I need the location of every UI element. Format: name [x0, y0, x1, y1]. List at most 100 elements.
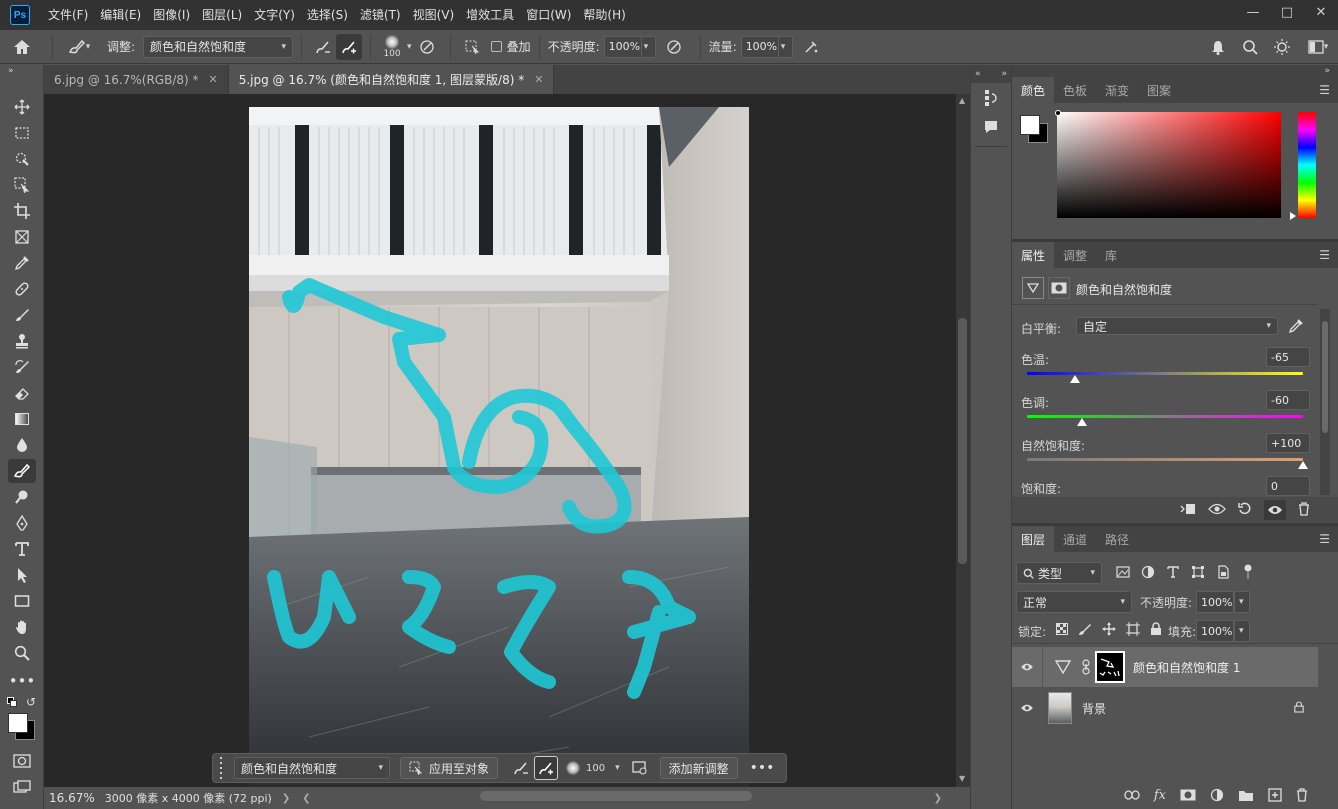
- vibrance-slider-thumb[interactable]: [1298, 461, 1308, 469]
- hand-tool-icon[interactable]: [8, 615, 36, 639]
- brush-settings-icon[interactable]: [412, 39, 442, 55]
- discover-lightbulb-icon[interactable]: [1266, 39, 1298, 55]
- document-image[interactable]: [249, 107, 749, 787]
- layer-opacity-dropdown[interactable]: ▾: [1234, 591, 1250, 613]
- menu-window[interactable]: 窗口(W): [520, 0, 577, 30]
- menu-type[interactable]: 文字(Y): [248, 0, 301, 30]
- link-layers-icon[interactable]: [1124, 790, 1140, 800]
- lock-position-icon[interactable]: [1102, 622, 1116, 636]
- vibrance-slider[interactable]: [1027, 458, 1303, 461]
- flow-dropdown[interactable]: ▾: [778, 35, 793, 58]
- eyedropper-tool-icon[interactable]: [8, 251, 36, 275]
- filter-smart-object-icon[interactable]: [1216, 565, 1230, 579]
- collapse-chevrons-icon[interactable]: »: [8, 66, 14, 76]
- overlay-checkbox[interactable]: [490, 41, 502, 52]
- ctx-adjust-dropdown[interactable]: 颜色和自然饱和度 ▾: [234, 757, 390, 779]
- layer-filter-dropdown[interactable]: 类型 ▾: [1016, 562, 1102, 584]
- menu-filter[interactable]: 滤镜(T): [354, 0, 407, 30]
- temperature-slider[interactable]: [1027, 372, 1303, 375]
- lock-transparent-icon[interactable]: [1056, 623, 1068, 635]
- adjustment-brush-tool-icon[interactable]: [8, 459, 36, 483]
- scroll-left-icon[interactable]: ❮: [302, 793, 310, 804]
- filter-type-icon[interactable]: [1166, 565, 1180, 579]
- add-mask-icon[interactable]: [1180, 789, 1196, 801]
- new-group-folder-icon[interactable]: [1238, 789, 1254, 802]
- tab-channels[interactable]: 通道: [1054, 526, 1096, 552]
- menu-file[interactable]: 文件(F): [42, 0, 94, 30]
- sample-all-layers-icon[interactable]: [459, 39, 485, 55]
- zoom-level[interactable]: 16.67%: [49, 791, 95, 805]
- more-tools-icon[interactable]: •••: [8, 669, 36, 693]
- white-balance-dropdown[interactable]: 自定 ▾: [1076, 317, 1278, 335]
- move-tool-icon[interactable]: [8, 95, 36, 119]
- menu-plugins[interactable]: 增效工具: [460, 0, 520, 30]
- vertical-scroll-thumb[interactable]: [958, 318, 967, 564]
- layer-visibility-eye-icon[interactable]: [1012, 662, 1042, 672]
- menu-layer[interactable]: 图层(L): [196, 0, 248, 30]
- temperature-slider-thumb[interactable]: [1070, 375, 1081, 383]
- screen-mode-icon[interactable]: [8, 775, 36, 799]
- chevron-down-icon[interactable]: ▾: [615, 763, 620, 773]
- flow-input[interactable]: 100%: [740, 35, 779, 58]
- temperature-input[interactable]: -65: [1266, 347, 1310, 367]
- crop-tool-icon[interactable]: [8, 199, 36, 223]
- quick-selection-tool-icon[interactable]: [8, 147, 36, 171]
- add-new-adjustment-button[interactable]: 添加新调整: [659, 757, 738, 779]
- layer-thumbnail[interactable]: [1048, 692, 1072, 724]
- hue-slider[interactable]: [1298, 112, 1316, 218]
- delete-icon[interactable]: [1298, 501, 1310, 519]
- quick-mask-icon[interactable]: [8, 749, 36, 773]
- notifications-bell-icon[interactable]: [1202, 39, 1234, 55]
- canvas-area[interactable]: [44, 94, 956, 787]
- tab-adjustments[interactable]: 调整: [1054, 242, 1096, 268]
- airbrush-icon[interactable]: [793, 39, 829, 55]
- fill-input[interactable]: 100%: [1196, 620, 1234, 642]
- blur-tool-icon[interactable]: [8, 433, 36, 457]
- type-tool-icon[interactable]: [8, 537, 36, 561]
- foreground-color-swatch[interactable]: [8, 713, 28, 733]
- layer-effects-fx-icon[interactable]: fx: [1154, 788, 1166, 803]
- filter-toggle-icon[interactable]: [1241, 564, 1255, 580]
- layer-row-color-vibrance[interactable]: 颜色和自然饱和度 1: [1012, 647, 1318, 687]
- maximize-icon[interactable]: □: [1270, 0, 1304, 24]
- lock-image-pixels-icon[interactable]: [1078, 622, 1092, 636]
- layer-name[interactable]: 颜色和自然饱和度 1: [1133, 659, 1240, 676]
- layer-mask-thumbnail[interactable]: [1095, 651, 1125, 683]
- layer-visibility-eye-icon[interactable]: [1012, 703, 1042, 713]
- adjust-dropdown[interactable]: 颜色和自然饱和度 ▾: [143, 35, 294, 58]
- healing-brush-tool-icon[interactable]: [8, 277, 36, 301]
- marquee-tool-icon[interactable]: [8, 121, 36, 145]
- gradient-tool-icon[interactable]: [8, 407, 36, 431]
- home-icon[interactable]: [0, 39, 44, 55]
- layer-adjustment-thumb-icon[interactable]: [1047, 660, 1079, 674]
- new-fill-adjustment-icon[interactable]: [1210, 788, 1224, 802]
- properties-scroll-thumb[interactable]: [1322, 321, 1328, 433]
- pen-tool-icon[interactable]: [8, 511, 36, 535]
- view-previous-state-icon[interactable]: [1208, 502, 1226, 519]
- layer-row-background[interactable]: 背景: [1012, 688, 1318, 728]
- default-colors-icon[interactable]: [7, 697, 17, 707]
- panel-menu-icon[interactable]: ☰: [1319, 532, 1330, 546]
- close-icon[interactable]: ✕: [209, 73, 218, 86]
- reset-icon[interactable]: [1238, 502, 1252, 519]
- history-panel-icon[interactable]: [983, 89, 999, 110]
- tint-slider[interactable]: [1027, 415, 1303, 418]
- ctx-brush-tip-icon[interactable]: [566, 761, 581, 775]
- delete-layer-icon[interactable]: [1296, 788, 1308, 802]
- tab-properties[interactable]: 属性: [1012, 242, 1055, 268]
- brush-add-icon[interactable]: [336, 33, 363, 60]
- dodge-tool-icon[interactable]: [8, 485, 36, 509]
- opacity-dropdown[interactable]: ▾: [641, 35, 656, 58]
- workspace-icon[interactable]: ▾: [1298, 40, 1338, 54]
- frame-tool-icon[interactable]: [8, 225, 36, 249]
- ctx-brush-subtract-icon[interactable]: [508, 760, 534, 776]
- new-layer-icon[interactable]: [1268, 788, 1282, 802]
- mask-view-icon[interactable]: [626, 761, 654, 775]
- horizontal-scroll-thumb[interactable]: [480, 791, 752, 801]
- tab-color[interactable]: 颜色: [1012, 77, 1055, 103]
- pressure-opacity-icon[interactable]: [656, 39, 692, 55]
- eraser-tool-icon[interactable]: [8, 381, 36, 405]
- lock-all-icon[interactable]: [1150, 622, 1162, 636]
- zoom-tool-icon[interactable]: [8, 641, 36, 665]
- brush-tool-icon[interactable]: [8, 303, 36, 327]
